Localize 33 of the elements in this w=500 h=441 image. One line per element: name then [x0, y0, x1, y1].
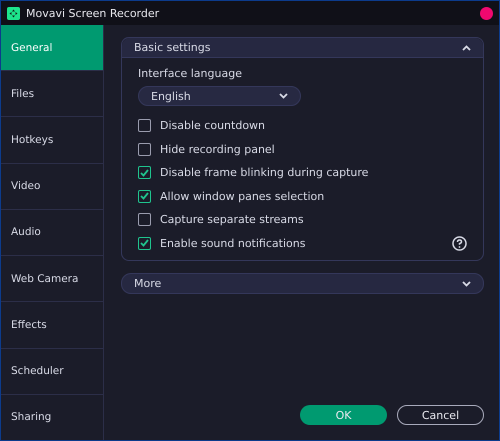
app-logo-icon	[7, 6, 20, 20]
chevron-icon	[279, 93, 288, 99]
sidebar-tab[interactable]: General	[1, 25, 103, 72]
checkbox[interactable]	[138, 213, 151, 226]
sidebar-tab[interactable]: Effects	[1, 302, 103, 349]
sidebar-tab[interactable]: Files	[1, 71, 103, 118]
checkbox[interactable]	[138, 236, 151, 250]
record-indicator-icon	[480, 6, 493, 20]
sidebar-tab[interactable]: Web Camera	[1, 256, 103, 302]
chevron-icon	[462, 280, 471, 286]
checkbox-label: Allow window panes selection	[160, 190, 326, 203]
language-dropdown[interactable]: English	[138, 86, 301, 106]
basic-settings-header[interactable]: Basic settings	[122, 38, 483, 58]
language-label: Interface language	[138, 67, 243, 80]
checkbox[interactable]	[138, 119, 151, 132]
help-icon[interactable]	[452, 236, 467, 251]
window-title: Movavi Screen Recorder	[26, 6, 160, 20]
checkbox[interactable]	[138, 142, 151, 156]
sidebar-tab[interactable]: Hotkeys	[1, 117, 103, 164]
checkbox-label: Disable countdown	[160, 119, 266, 132]
checkbox-label: Disable frame blinking during capture	[160, 166, 370, 180]
sidebar-tab[interactable]: Scheduler	[1, 348, 103, 395]
checkbox-label: Hide recording panel	[160, 142, 276, 156]
chevron-icon	[462, 44, 471, 50]
checkbox-label: Enable sound notifications	[160, 236, 306, 250]
sidebar-tab[interactable]: Video	[1, 164, 103, 210]
sidebar-tab[interactable]: Sharing	[1, 394, 103, 440]
checkbox[interactable]	[138, 190, 151, 203]
sidebar-tab[interactable]: Audio	[1, 210, 103, 256]
checkbox[interactable]	[138, 166, 151, 180]
more-section-header[interactable]: More	[121, 273, 484, 294]
checkbox-label: Capture separate streams	[160, 213, 305, 226]
cancel-button[interactable]: Cancel	[397, 405, 484, 425]
